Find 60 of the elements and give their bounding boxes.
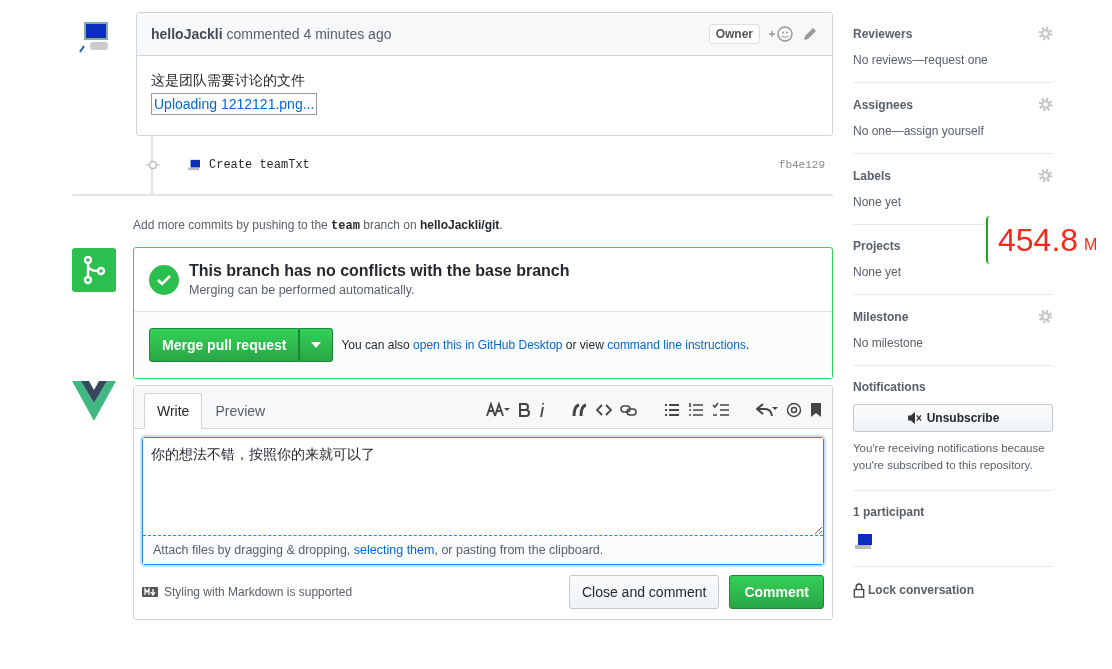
- desktop-link[interactable]: open this in GitHub Desktop: [413, 338, 563, 352]
- overlay-unit: M: [1084, 236, 1098, 254]
- mute-icon: [906, 412, 923, 424]
- text-size-icon[interactable]: [486, 402, 510, 418]
- merge-dropdown-button[interactable]: [299, 328, 334, 362]
- sidebar-value: No one—assign yourself: [853, 124, 985, 138]
- merge-branch-icon: [72, 248, 116, 292]
- lock-conversation-link[interactable]: Lock conversation: [853, 582, 1053, 598]
- italic-icon[interactable]: [538, 402, 546, 418]
- sidebar-heading: Milestone: [853, 309, 909, 324]
- sidebar-heading: Labels: [853, 168, 891, 183]
- reply-icon[interactable]: [756, 402, 778, 418]
- sidebar-value: No milestone: [853, 336, 925, 350]
- notification-note: You're receiving notifications because you're subscribed to this repository.: [853, 441, 1046, 474]
- unsubscribe-button[interactable]: Unsubscribe: [853, 404, 1053, 432]
- commit-node-icon: [146, 160, 160, 170]
- sidebar-heading: 1 participant: [853, 504, 926, 519]
- editor-tab[interactable]: Preview: [202, 393, 279, 429]
- check-circle-icon: [149, 264, 179, 295]
- merge-status-subtitle: Merging can be performed automatically.: [189, 283, 416, 297]
- owner-label: Owner: [708, 24, 760, 44]
- computer-avatar-icon: [187, 159, 201, 171]
- sidebar-value: None yet: [853, 265, 903, 279]
- comment-text: 这是团队需要讨论的文件: [151, 72, 306, 90]
- link-icon[interactable]: [620, 402, 638, 418]
- sidebar-heading: Assignees: [853, 97, 914, 112]
- merge-hint: You can also open this in GitHub Desktop or view command line instructions.: [341, 338, 750, 352]
- numbered-list-icon[interactable]: [688, 402, 704, 418]
- sidebar-heading: Reviewers: [853, 26, 913, 41]
- overlay-value: 454.8: [998, 221, 1079, 259]
- code-icon[interactable]: [596, 402, 612, 418]
- command-line-link[interactable]: command line instructions: [607, 338, 746, 352]
- bullet-list-icon[interactable]: [664, 402, 680, 418]
- bookmark-icon[interactable]: [810, 402, 822, 418]
- markdown-note: Styling with Markdown is supported: [164, 585, 353, 599]
- sidebar-value: No reviews—request one: [853, 53, 989, 67]
- sidebar-value: None yet: [853, 195, 903, 209]
- upload-link[interactable]: Uploading 1212121.png...: [151, 93, 318, 115]
- padlock-icon: [853, 582, 865, 598]
- bold-icon[interactable]: [518, 402, 530, 418]
- markdown-icon: [142, 587, 158, 597]
- sidebar-heading: Projects: [853, 239, 901, 253]
- push-hint: Add more commits by pushing to the team branch on helloJackli/git.: [133, 218, 504, 233]
- caret-icon: [311, 342, 322, 348]
- attach-hint: Attach files by dragging & dropping, selecting them, or pasting from the clipboard.: [143, 536, 823, 564]
- commit-message[interactable]: Create teamTxt: [209, 158, 779, 172]
- mention-icon[interactable]: [786, 402, 802, 418]
- task-list-icon[interactable]: [712, 402, 730, 418]
- merge-status-title: This branch has no conflicts with the base branch: [189, 262, 570, 280]
- comment-header: helloJackli commented 4 minutes ago: [151, 26, 393, 42]
- editor-tab[interactable]: Write: [144, 393, 203, 429]
- add-reaction-icon[interactable]: [768, 26, 794, 42]
- commit-sha[interactable]: fb4e129: [778, 159, 825, 171]
- close-and-comment-button[interactable]: Close and comment: [568, 575, 720, 609]
- pencil-icon[interactable]: [802, 26, 818, 42]
- quote-icon[interactable]: [572, 402, 588, 418]
- comment-textarea[interactable]: 你的想法不错，按照你的来就可以了 Attach files by dragging & dropping, selecting them, or pasting from the clipboard.: [142, 437, 824, 565]
- sidebar-heading: Notifications: [853, 380, 927, 394]
- computer-avatar-icon[interactable]: [853, 532, 873, 551]
- vue-logo-icon: [72, 381, 116, 421]
